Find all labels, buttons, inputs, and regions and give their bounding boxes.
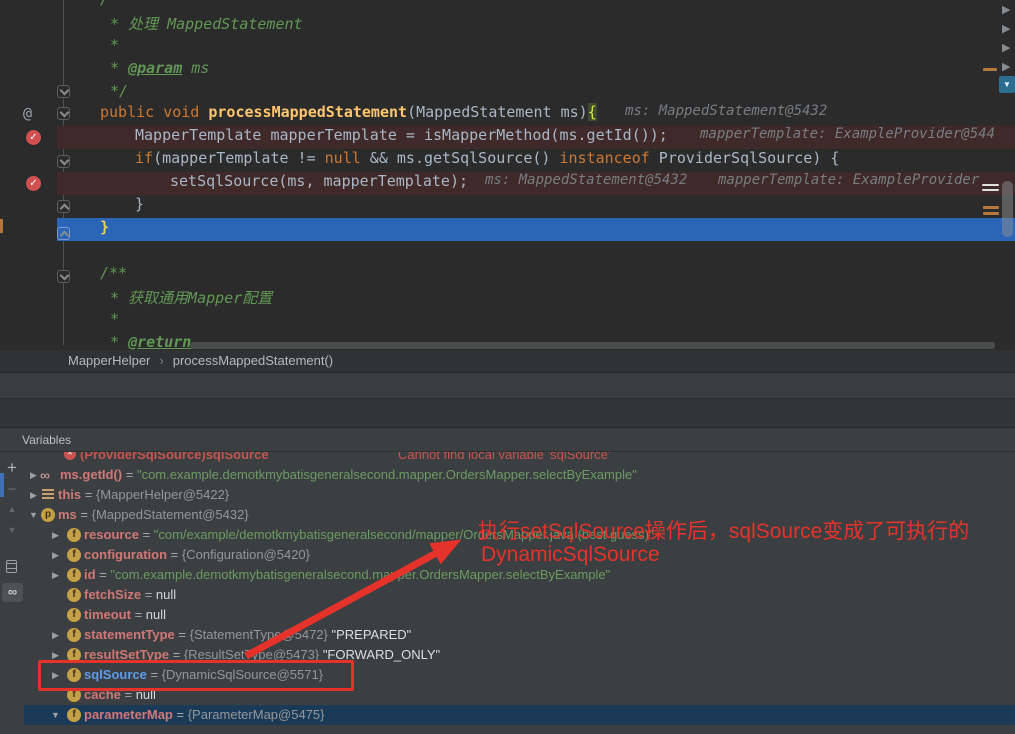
expand-arrow[interactable]: ▶ — [52, 565, 59, 585]
equals-sign: = — [81, 487, 96, 502]
expand-arrow[interactable]: ▶ — [30, 485, 37, 505]
variable-name: id — [84, 567, 96, 582]
equals-sign: = — [173, 707, 188, 722]
variable-row[interactable]: ▶∞ ms.getId() = "com.example.demotkmybati… — [0, 465, 1015, 485]
field-icon: f — [67, 568, 81, 582]
ide-debug-window: /*** 处理 MappedStatement** @param ms*/pub… — [0, 0, 1015, 734]
expand-arrow[interactable]: ▶ — [30, 465, 37, 485]
variable-row-content: ffetchSize = null — [0, 585, 1015, 605]
variable-name: parameterMap — [84, 707, 173, 722]
variable-row-content: ▶ this = {MapperHelper@5422} — [0, 485, 1015, 505]
variable-text: fetchSize = null — [84, 585, 176, 605]
expand-arrow[interactable]: ▼ — [51, 705, 60, 725]
equals-sign: = — [141, 587, 156, 602]
expand-arrow[interactable]: ▶ — [52, 545, 59, 565]
field-icon: f — [67, 528, 81, 542]
variable-row[interactable]: ▶ fid = "com.example.demotkmybatisgeneral… — [0, 565, 1015, 585]
variable-value: "com.example.demotkmybatisgeneralsecond.… — [110, 567, 610, 582]
variable-name: resource — [84, 527, 139, 542]
field-icon: f — [67, 548, 81, 562]
variable-text: statementType = {StatementType@5472} "PR… — [84, 625, 411, 645]
annotation-text-line2: DynamicSqlSource — [481, 543, 660, 567]
annotation-highlight-box — [38, 660, 354, 691]
variable-row-content: ▶ fstatementType = {StatementType@5472} "… — [0, 625, 1015, 645]
error-watch-icon: ✕ — [64, 452, 76, 460]
variable-row-content: ▶ fid = "com.example.demotkmybatisgeneral… — [0, 565, 1015, 585]
variable-value: "com.example.demotkmybatisgeneralsecond.… — [137, 467, 637, 482]
variable-value: Cannot find local variable 'sqlSource' — [398, 452, 610, 465]
equals-sign: = — [77, 507, 92, 522]
expand-arrow[interactable]: ▶ — [52, 525, 59, 545]
variable-text: parameterMap = {ParameterMap@5475} — [84, 705, 324, 725]
watch-icon: ∞ — [40, 468, 50, 482]
equals-sign: = — [131, 607, 146, 622]
variable-row-content: ▶∞ ms.getId() = "com.example.demotkmybati… — [0, 465, 1015, 485]
variable-value: {StatementType@5472} — [190, 627, 328, 642]
variable-name: timeout — [84, 607, 131, 622]
variable-value: null — [156, 587, 176, 602]
variable-name: configuration — [84, 547, 167, 562]
variable-row[interactable]: ▶ fstatementType = {StatementType@5472} "… — [0, 625, 1015, 645]
field-icon: f — [67, 608, 81, 622]
equals-sign: = — [122, 467, 137, 482]
variable-name: ms.getId() — [60, 467, 122, 482]
variable-name: ms — [58, 507, 77, 522]
field-icon: f — [67, 588, 81, 602]
variable-text: ms.getId() = "com.example.demotkmybatisg… — [60, 465, 637, 485]
parameter-icon: p — [41, 508, 55, 522]
equals-sign: = — [139, 527, 154, 542]
variable-value-string: "PREPARED" — [328, 627, 411, 642]
annotation-text-line1: 执行setSqlSource操作后，sqlSource变成了可执行的 — [478, 515, 969, 545]
this-icon — [42, 489, 54, 500]
variable-text: (ProviderSqlSource)sqlSourceCannot find … — [80, 452, 269, 465]
variables-tree: ✕(ProviderSqlSource)sqlSourceCannot find… — [0, 0, 1015, 734]
variable-text: configuration = {Configuration@5420} — [84, 545, 310, 565]
variable-value: {ParameterMap@5475} — [188, 707, 325, 722]
variable-row[interactable]: ▼ fparameterMap = {ParameterMap@5475} — [0, 705, 1015, 725]
variable-name: fetchSize — [84, 587, 141, 602]
field-icon: f — [67, 628, 81, 642]
expand-arrow[interactable]: ▼ — [29, 505, 38, 525]
equals-sign: = — [96, 567, 111, 582]
variable-row[interactable]: ffetchSize = null — [0, 585, 1015, 605]
equals-sign: = — [175, 627, 190, 642]
variable-text: id = "com.example.demotkmybatisgeneralse… — [84, 565, 610, 585]
variable-name: (ProviderSqlSource)sqlSource — [80, 452, 269, 462]
variable-text: this = {MapperHelper@5422} — [58, 485, 229, 505]
variable-name: statementType — [84, 627, 175, 642]
variable-value: {MapperHelper@5422} — [96, 487, 229, 502]
variable-row-content: ▼ fparameterMap = {ParameterMap@5475} — [0, 705, 1015, 725]
variable-name: this — [58, 487, 81, 502]
variable-row[interactable]: ftimeout = null — [0, 605, 1015, 625]
variable-row[interactable]: ▶ this = {MapperHelper@5422} — [0, 485, 1015, 505]
field-icon: f — [67, 708, 81, 722]
expand-arrow[interactable]: ▶ — [52, 625, 59, 645]
variable-text: ms = {MappedStatement@5432} — [58, 505, 249, 525]
variable-value: null — [146, 607, 166, 622]
variable-value: {MappedStatement@5432} — [92, 507, 249, 522]
variable-row-content: ✕(ProviderSqlSource)sqlSourceCannot find… — [0, 452, 1015, 465]
variable-value: {Configuration@5420} — [182, 547, 310, 562]
variable-row[interactable]: ✕(ProviderSqlSource)sqlSourceCannot find… — [0, 452, 1015, 465]
equals-sign: = — [167, 547, 182, 562]
variable-row-content: ftimeout = null — [0, 605, 1015, 625]
variable-text: timeout = null — [84, 605, 166, 625]
